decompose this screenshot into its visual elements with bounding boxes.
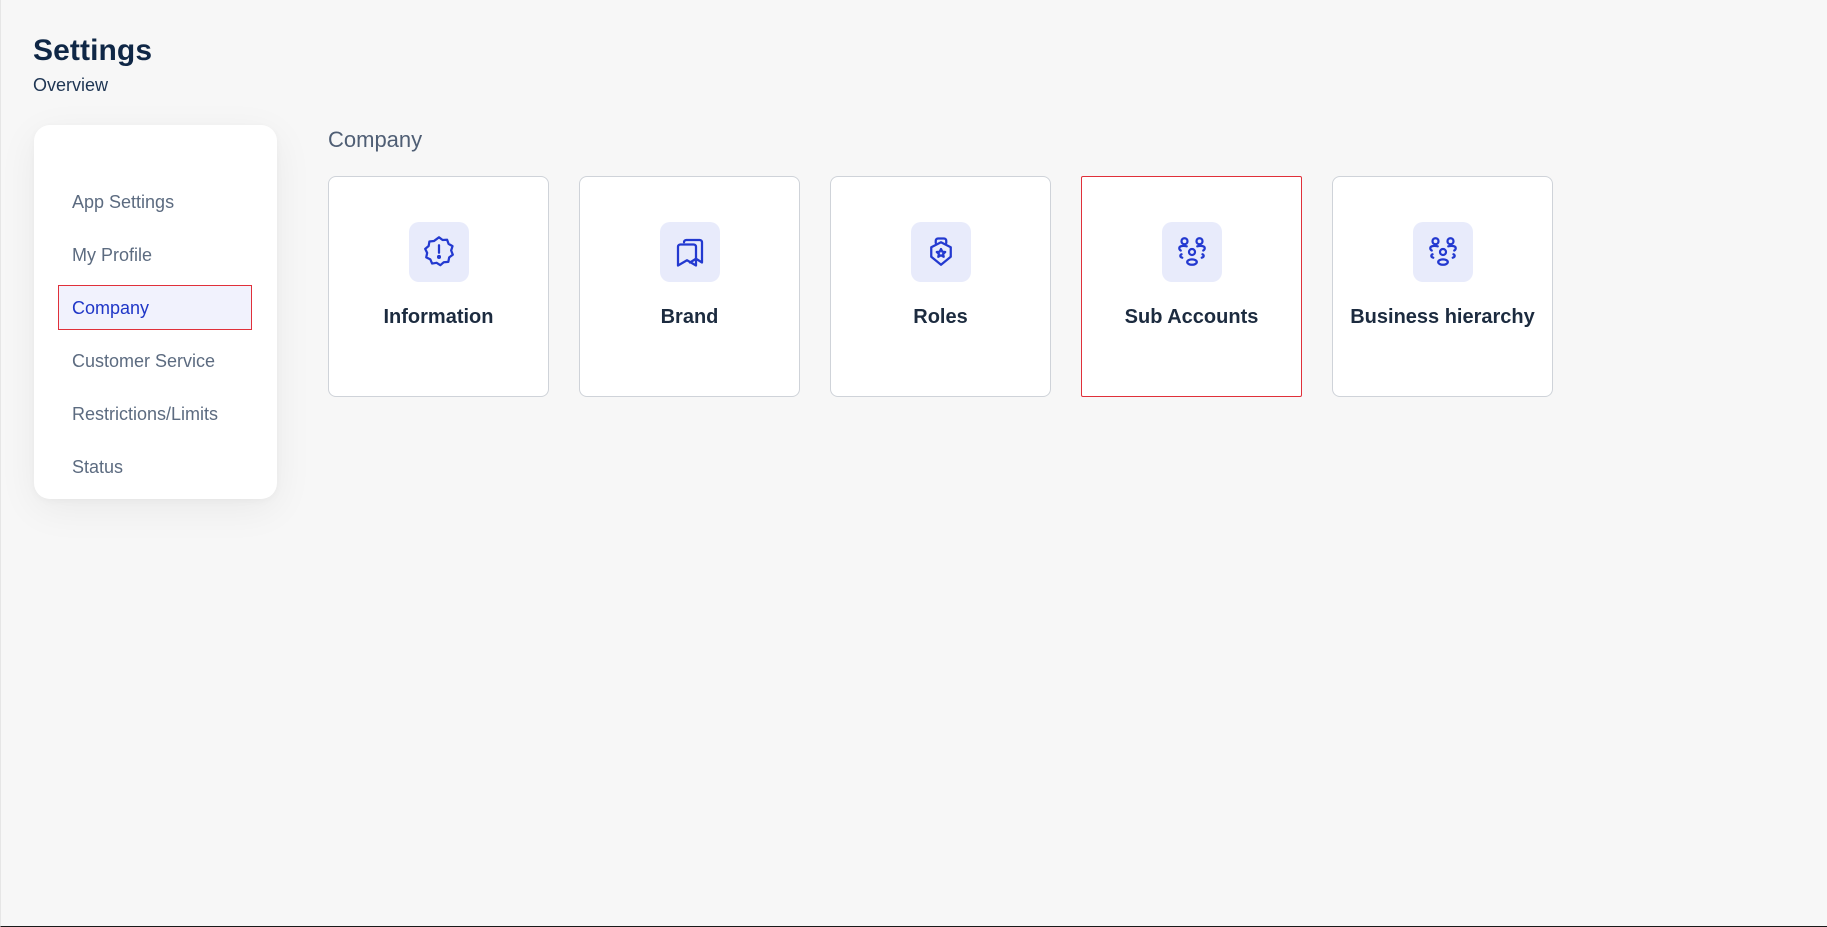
card-business-hierarchy[interactable]: Business hierarchy (1332, 176, 1553, 397)
card-label: Roles (913, 306, 968, 328)
card-label: Information (383, 306, 494, 328)
shield-badge-icon (911, 222, 971, 282)
sidebar-item-app-settings[interactable]: App Settings (58, 179, 252, 224)
bookmarks-icon (660, 222, 720, 282)
page-title: Settings (33, 34, 153, 67)
card-information[interactable]: Information (328, 176, 549, 397)
card-label: Brand (660, 306, 719, 328)
page-header: Settings Overview (33, 32, 152, 96)
company-cards: Information Brand Roles Sub Accounts Bus… (328, 176, 1553, 397)
sidebar-item-company[interactable]: Company (58, 285, 252, 330)
sidebar-item-status[interactable]: Status (58, 444, 252, 489)
card-sub-accounts[interactable]: Sub Accounts (1081, 176, 1302, 397)
sidebar-item-restrictions-limits[interactable]: Restrictions/Limits (58, 391, 252, 436)
people-group-icon (1413, 222, 1473, 282)
page-subtitle: Overview (33, 75, 109, 95)
sidebar-item-my-profile[interactable]: My Profile (58, 232, 252, 277)
card-label: Sub Accounts (1124, 306, 1259, 328)
card-roles[interactable]: Roles (830, 176, 1051, 397)
people-group-icon (1162, 222, 1222, 282)
alert-badge-icon (409, 222, 469, 282)
card-brand[interactable]: Brand (579, 176, 800, 397)
card-label: Business hierarchy (1350, 306, 1535, 328)
section-title: Company (328, 127, 423, 152)
settings-page: Settings Overview App Settings My Profil… (0, 0, 1827, 927)
sidebar-item-customer-service[interactable]: Customer Service (58, 338, 252, 383)
settings-sidebar: App Settings My Profile Company Customer… (34, 125, 277, 499)
